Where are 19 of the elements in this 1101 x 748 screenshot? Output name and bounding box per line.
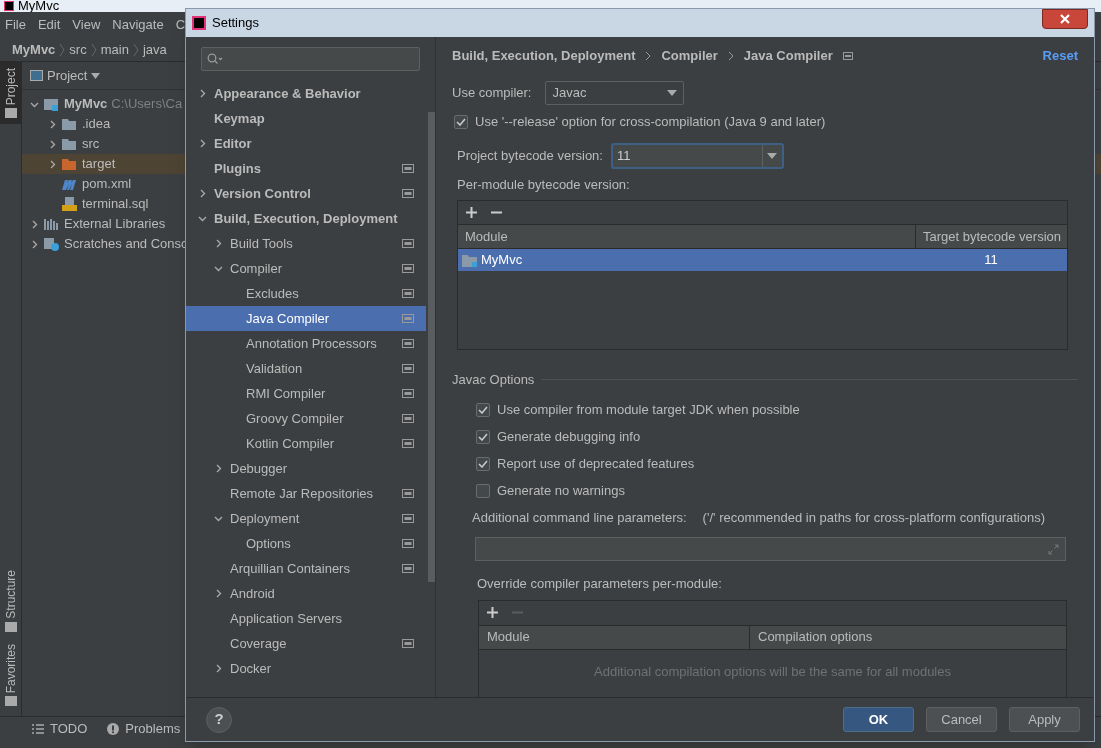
hint-text: ('/' recommended in paths for cross-platform configurations): [702, 508, 1045, 527]
section-title: Javac Options: [452, 371, 535, 389]
checkbox-label: Generate debugging info: [497, 427, 641, 446]
table-cell-text: MyMvc: [481, 251, 523, 270]
dialog-title: Settings: [212, 14, 259, 33]
checkbox-label: Report use of deprecated features: [497, 454, 695, 473]
field-label: Use compiler:: [452, 84, 532, 103]
checkbox-label: Use '--release' option for cross-compilation (Java 9 and later): [475, 113, 826, 131]
field-label: Project bytecode version:: [457, 146, 603, 165]
window-title: MyMvc: [18, 0, 60, 12]
section-label: Per-module bytecode version:: [457, 175, 631, 194]
table-cell-text: 11: [983, 251, 999, 270]
section-label: Override compiler parameters per-module:: [477, 575, 723, 593]
dropdown-value: Javac: [552, 84, 587, 103]
path-text: C:\Users\Ca: [111, 95, 183, 114]
checkbox-label: Use compiler from module target JDK when possible: [497, 400, 800, 419]
field-label: Additional command line parameters:: [472, 508, 687, 527]
combo-value: 11: [615, 146, 632, 165]
checkbox-label: Generate no warnings: [497, 481, 625, 500]
